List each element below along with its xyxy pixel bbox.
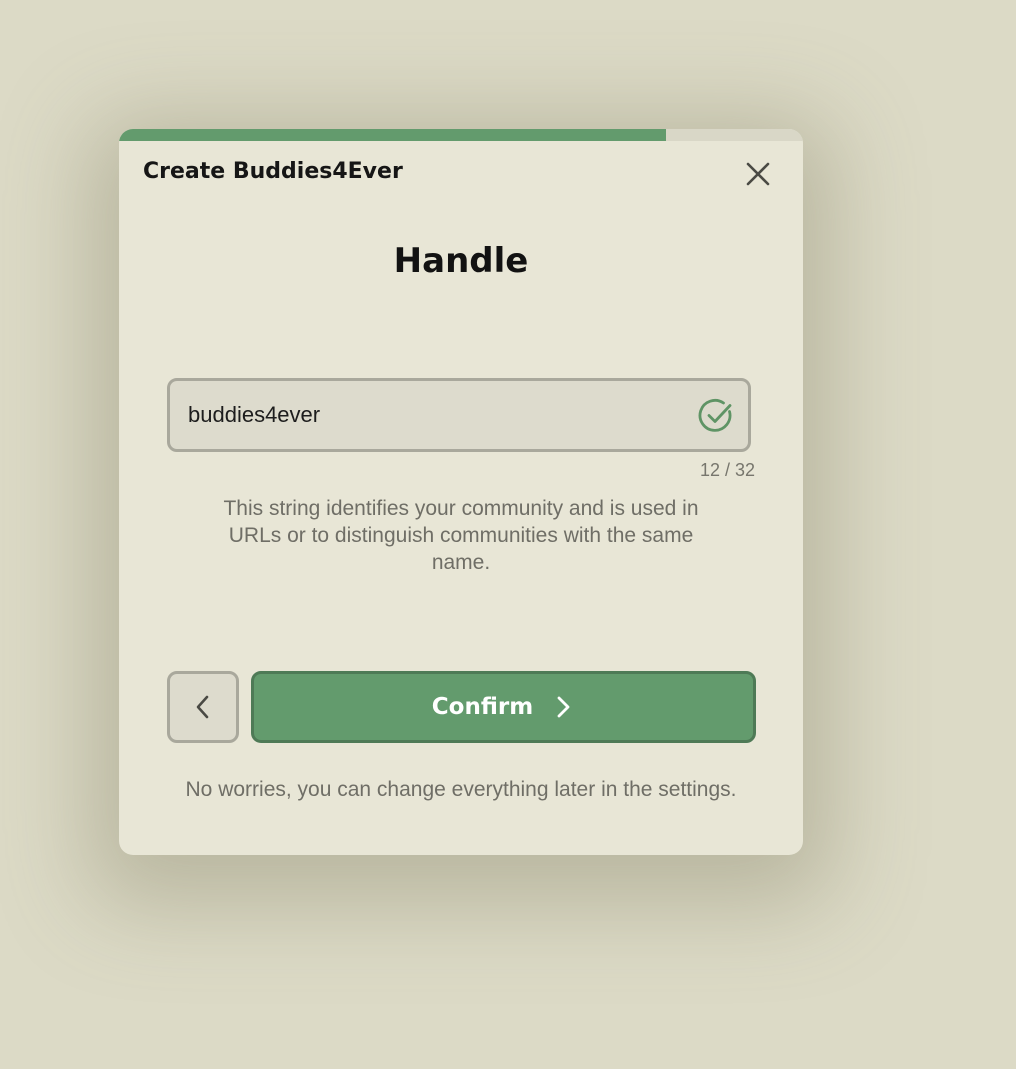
- chevron-left-icon: [196, 695, 209, 719]
- close-icon: [746, 162, 770, 186]
- footer-note: No worries, you can change everything la…: [185, 778, 737, 801]
- close-button[interactable]: [743, 159, 773, 189]
- create-community-modal: Create Buddies4Ever Handle 12 / 32 This …: [119, 129, 803, 855]
- confirm-button[interactable]: Confirm: [251, 671, 756, 743]
- progress-bar: [119, 129, 803, 141]
- character-counter: 12 / 32: [699, 460, 755, 480]
- handle-input[interactable]: [188, 381, 668, 449]
- handle-help-text: This string identifies your community an…: [223, 497, 699, 574]
- check-circle-icon: [698, 398, 732, 432]
- modal-title: Create Buddies4Ever: [143, 159, 403, 184]
- step-title: Handle: [393, 241, 529, 281]
- back-button[interactable]: [167, 671, 239, 743]
- progress-bar-fill: [119, 129, 667, 141]
- confirm-button-label: Confirm: [431, 694, 534, 720]
- handle-field[interactable]: [167, 378, 751, 452]
- chevron-right-icon: [555, 695, 575, 719]
